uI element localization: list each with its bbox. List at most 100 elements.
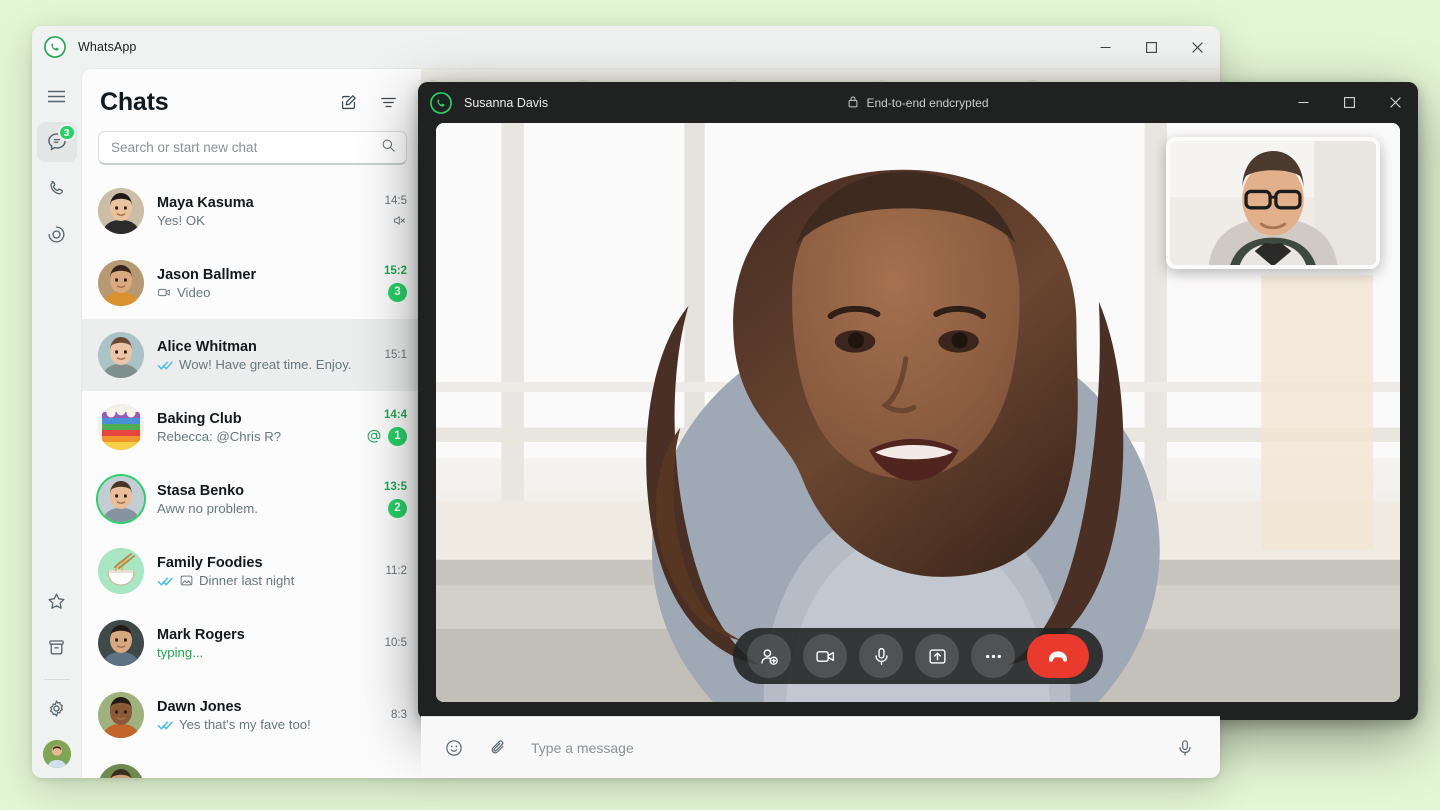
chat-list-item[interactable]: Family Foodies Dinner last night 11:2 [82, 535, 421, 607]
read-receipt-icon [157, 718, 174, 731]
close-button[interactable] [1174, 26, 1220, 68]
chat-item-indicators [392, 213, 407, 228]
microphone-icon[interactable] [1168, 731, 1202, 765]
chat-item-name: Maya Kasuma [157, 194, 254, 211]
ellipsis-icon [983, 646, 1004, 667]
chat-item-meta: 10:5 [361, 637, 407, 649]
app-title: WhatsApp [78, 40, 137, 54]
minimize-button[interactable] [1082, 26, 1128, 68]
encryption-label: End-to-end endcrypted [866, 95, 989, 110]
chat-list-item[interactable]: Maya Kasuma Yes! OK 14:5 [82, 175, 421, 247]
chat-item-name: Stasa Benko [157, 482, 245, 499]
chat-item-timestamp: 13:5 [383, 480, 407, 493]
more-options-button[interactable] [971, 634, 1015, 678]
screen-share-icon [927, 646, 948, 667]
navigation-rail: 3 [32, 68, 81, 778]
chat-item-preview: Yes! OK [157, 213, 353, 228]
chat-item-message-text: Wow! Have great time. Enjoy. [179, 356, 352, 372]
chat-item-indicators: 1 [366, 426, 407, 446]
chat-item-meta: 14:5 [361, 195, 407, 228]
avatar [98, 260, 144, 306]
whatsapp-logo-icon [430, 91, 452, 114]
compose-icon[interactable] [331, 85, 365, 119]
window-controls [1082, 26, 1220, 68]
rail-divider [43, 679, 70, 680]
chat-item-timestamp: 11:2 [385, 565, 407, 577]
chat-item-meta: 15:2 3 [361, 265, 407, 302]
mention-icon [366, 428, 382, 444]
chat-item-preview: Rebecca: @Chris R? [157, 429, 353, 444]
chat-list-item[interactable]: Mark Rogers typing... 10:5 [82, 607, 421, 679]
sidebar-item-starred[interactable] [37, 581, 77, 621]
chat-item-name: Baking Club [157, 410, 242, 427]
paperclip-icon[interactable] [481, 731, 515, 765]
chat-item-timestamp: 15:2 [383, 264, 407, 277]
chat-item-content: Jason Ballmer Video [157, 267, 353, 300]
chat-item-message-text: Dinner last night [199, 572, 295, 588]
end-call-button[interactable] [1027, 634, 1089, 678]
chat-item-name: Family Foodies [157, 554, 263, 571]
chat-list-item[interactable]: Stasa Benko Aww no problem. 13:5 2 [82, 463, 421, 535]
chat-item-indicators: 2 [388, 498, 407, 518]
video-camera-icon [815, 646, 836, 667]
chat-item-preview: Wow! Have great time. Enjoy. [157, 357, 353, 372]
chat-item-message-text: Video [177, 284, 211, 300]
chat-item-content: Maya Kasuma Yes! OK [157, 195, 353, 228]
chat-item-message-text: Yes! OK [157, 212, 205, 228]
screen: WhatsApp 3 Chats Search or start new cha… [0, 0, 1440, 810]
search-icon [381, 138, 396, 158]
photo-icon [179, 573, 194, 588]
chat-item-timestamp: 14:4 [383, 408, 407, 421]
chat-item-message-text: Rebecca: @Chris R? [157, 428, 282, 444]
video-icon [157, 285, 172, 300]
chat-item-content: Alice Whitman Wow! Have great time. Enjoy… [157, 339, 353, 372]
chat-item-preview: Aww no problem. [157, 501, 353, 516]
chat-list[interactable]: Maya Kasuma Yes! OK 14:5 Jason Ballmer Vide… [82, 175, 421, 778]
read-receipt-icon [157, 574, 174, 587]
message-input[interactable]: Type a message [525, 740, 1158, 756]
chat-item-preview: Dinner last night [157, 573, 353, 588]
add-participant-button[interactable] [747, 634, 791, 678]
emoji-icon[interactable] [437, 731, 471, 765]
search-input[interactable]: Search or start new chat [98, 131, 407, 165]
hamburger-menu-icon[interactable] [37, 76, 77, 116]
avatar [98, 764, 144, 778]
chat-item-preview: Video [157, 285, 353, 300]
chat-list-item[interactable]: Jason Ballmer Video 15:2 3 [82, 247, 421, 319]
call-maximize-button[interactable] [1326, 82, 1372, 123]
chat-item-indicators: 3 [388, 282, 407, 302]
avatar [98, 188, 144, 234]
chat-list-item[interactable]: Alice Whitman Wow! Have great time. Enjoy… [82, 319, 421, 391]
maximize-button[interactable] [1128, 26, 1174, 68]
sidebar-item-status[interactable] [37, 214, 77, 254]
add-person-icon [759, 646, 780, 667]
microphone-icon [871, 646, 892, 667]
page-title: Chats [100, 87, 169, 116]
chat-item-name: Jason Ballmer [157, 266, 257, 283]
toggle-camera-button[interactable] [803, 634, 847, 678]
chat-item-content: Baking Club Rebecca: @Chris R? [157, 411, 353, 444]
chat-item-timestamp: 14:5 [384, 194, 407, 207]
profile-avatar[interactable] [42, 740, 71, 768]
lock-icon [847, 95, 859, 111]
read-receipt-icon [157, 358, 174, 371]
sidebar-item-calls[interactable] [37, 168, 77, 208]
call-close-button[interactable] [1372, 82, 1418, 123]
call-minimize-button[interactable] [1280, 82, 1326, 123]
self-view-thumbnail[interactable] [1166, 137, 1380, 269]
chat-list-item[interactable]: Baking Club Rebecca: @Chris R? 14:4 1 [82, 391, 421, 463]
whatsapp-logo-icon [44, 36, 66, 58]
toggle-microphone-button[interactable] [859, 634, 903, 678]
chat-item-message-text: typing... [157, 644, 204, 660]
call-controls-bar [733, 628, 1103, 684]
sidebar-item-settings[interactable] [37, 688, 77, 728]
call-titlebar: Susanna Davis End-to-end endcrypted [418, 82, 1418, 123]
sidebar-item-archived[interactable] [37, 627, 77, 667]
filter-icon[interactable] [371, 85, 405, 119]
sidebar-item-chats[interactable]: 3 [36, 122, 77, 162]
call-contact-name: Susanna Davis [464, 95, 549, 110]
avatar [98, 620, 144, 666]
chat-list-item[interactable]: Ziggy Woodley9:43 [82, 751, 421, 778]
chat-list-item[interactable]: Dawn Jones Yes that's my fave too! 8:3 [82, 679, 421, 751]
share-screen-button[interactable] [915, 634, 959, 678]
